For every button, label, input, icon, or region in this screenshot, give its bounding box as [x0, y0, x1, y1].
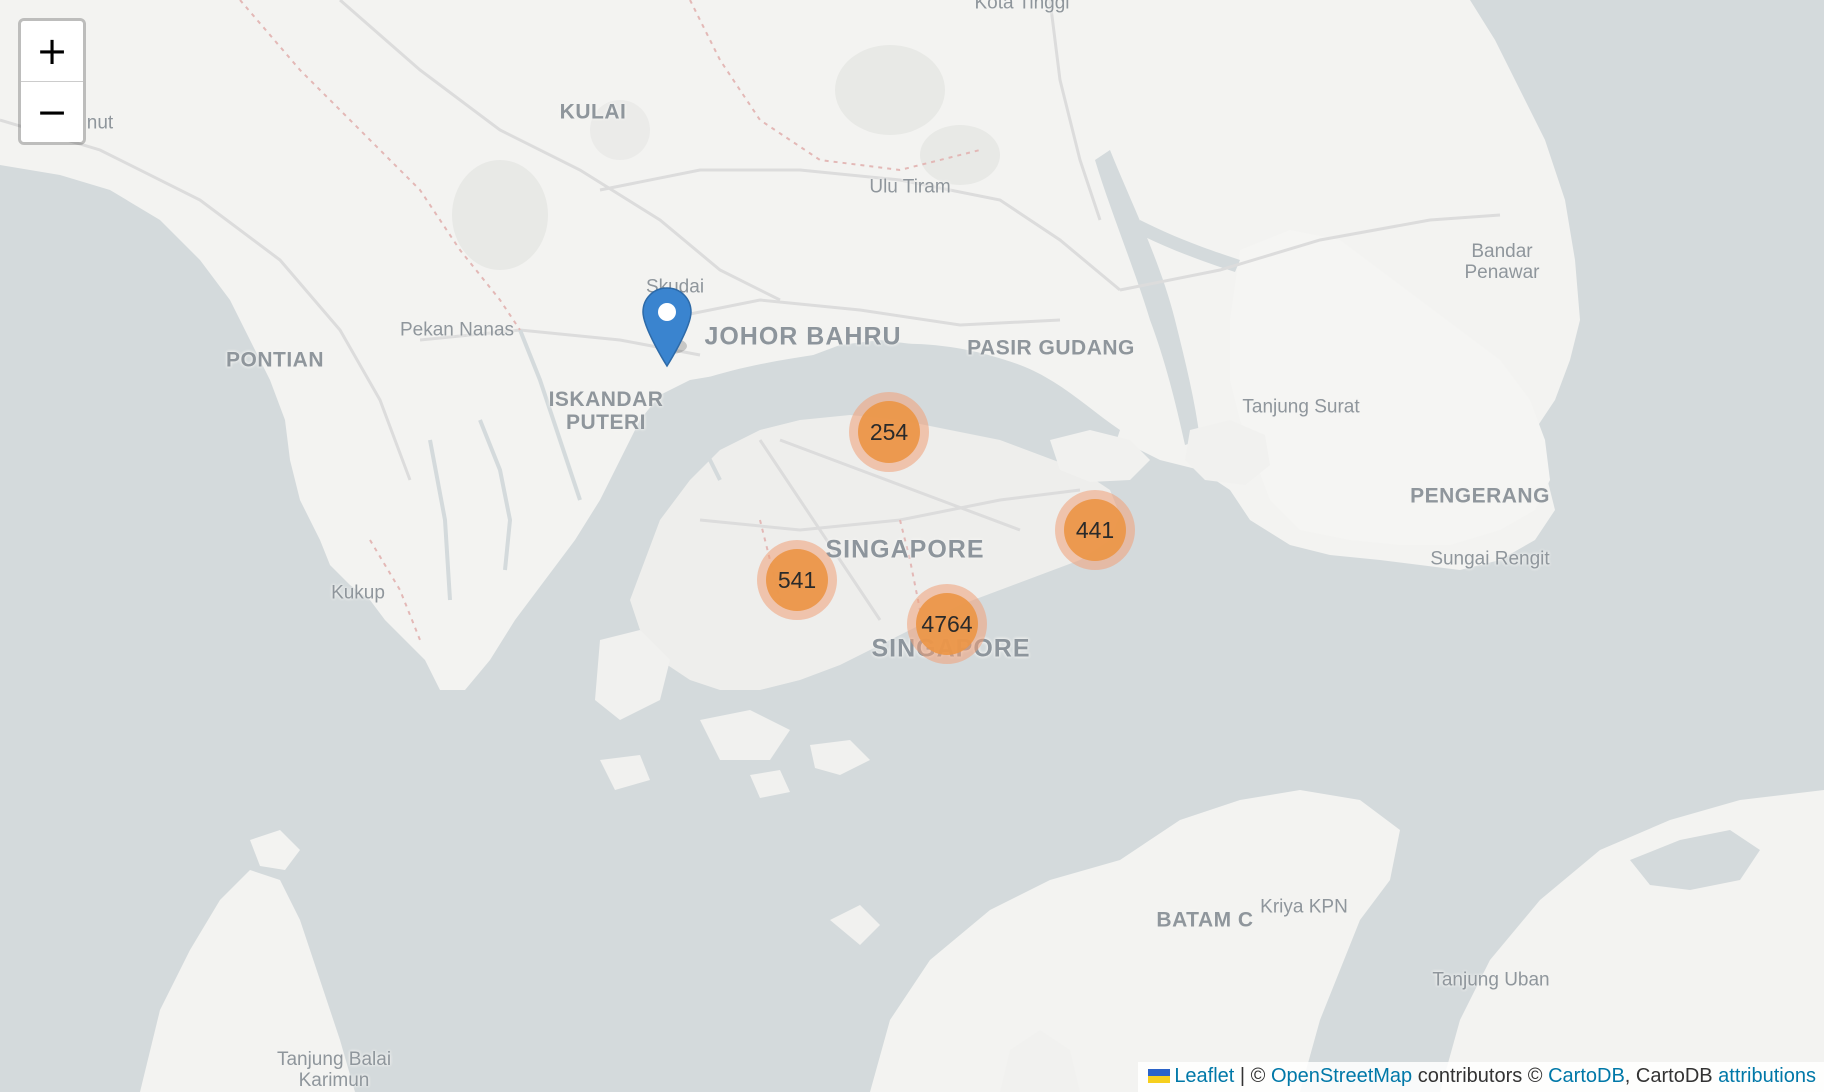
place-label-pekan-nanas: Pekan Nanas: [399, 319, 515, 341]
place-label-ulu-tiram: Ulu Tiram: [869, 176, 951, 198]
cluster-marker[interactable]: 441: [1055, 490, 1135, 570]
attribution-cartodb-text: , CartoDB: [1624, 1065, 1719, 1087]
attributions-link[interactable]: attributions: [1718, 1065, 1816, 1087]
cluster-marker[interactable]: 4764: [907, 584, 987, 664]
cluster-marker[interactable]: 541: [757, 540, 837, 620]
place-label-kukup: Kukup: [331, 582, 385, 604]
attribution-separator: | ©: [1234, 1065, 1271, 1087]
place-label-johor-bahru: JOHOR BAHRU: [704, 322, 902, 351]
place-label-bandar-penawar: Bandar Penawar: [1464, 241, 1540, 283]
place-label-sungai-rengit: Sungai Rengit: [1430, 548, 1550, 570]
place-label-pasir-gudang: PASIR GUDANG: [967, 336, 1135, 360]
place-label-edge: nut: [86, 112, 114, 134]
place-label-singapore-region: SINGAPORE: [825, 535, 985, 564]
cluster-count: 254: [858, 401, 920, 463]
place-label-tanjung-surat: Tanjung Surat: [1242, 396, 1360, 418]
map-pin-icon: [642, 287, 692, 368]
place-label-kriya-kpn: Kriya KPN: [1260, 896, 1348, 918]
openstreetmap-link[interactable]: OpenStreetMap: [1271, 1065, 1412, 1087]
cartodb-link[interactable]: CartoDB: [1548, 1065, 1625, 1087]
place-label-batam: BATAM C: [1156, 908, 1254, 932]
leaflet-link[interactable]: Leaflet: [1174, 1065, 1234, 1087]
place-label-tanjung-balai-karimun: Tanjung Balai Karimun: [276, 1049, 392, 1091]
cluster-count: 441: [1064, 499, 1126, 561]
place-label-tanjung-uban: Tanjung Uban: [1432, 969, 1550, 991]
place-label-pontian: PONTIAN: [226, 348, 324, 372]
map-container[interactable]: Kota Tinggi KULAI Ulu Tiram Skudai JOHOR…: [0, 0, 1824, 1092]
place-label-pengerang: PENGERANG: [1410, 484, 1550, 508]
location-marker[interactable]: [641, 286, 693, 368]
ukraine-flag-icon: [1148, 1069, 1171, 1083]
cluster-count: 4764: [916, 593, 978, 655]
cluster-count: 541: [766, 549, 828, 611]
zoom-control: + −: [18, 18, 86, 145]
place-label-iskandar-puteri: ISKANDAR PUTERI: [548, 387, 664, 434]
zoom-out-button[interactable]: −: [21, 81, 83, 142]
zoom-in-button[interactable]: +: [21, 21, 83, 81]
cluster-marker[interactable]: 254: [849, 392, 929, 472]
place-label-kulai: KULAI: [559, 100, 627, 124]
place-label-kota-tinggi: Kota Tinggi: [974, 0, 1070, 14]
attribution-contributors-text: contributors ©: [1412, 1065, 1549, 1087]
attribution-bar: Leaflet | © OpenStreetMap contributors ©…: [1138, 1062, 1824, 1092]
